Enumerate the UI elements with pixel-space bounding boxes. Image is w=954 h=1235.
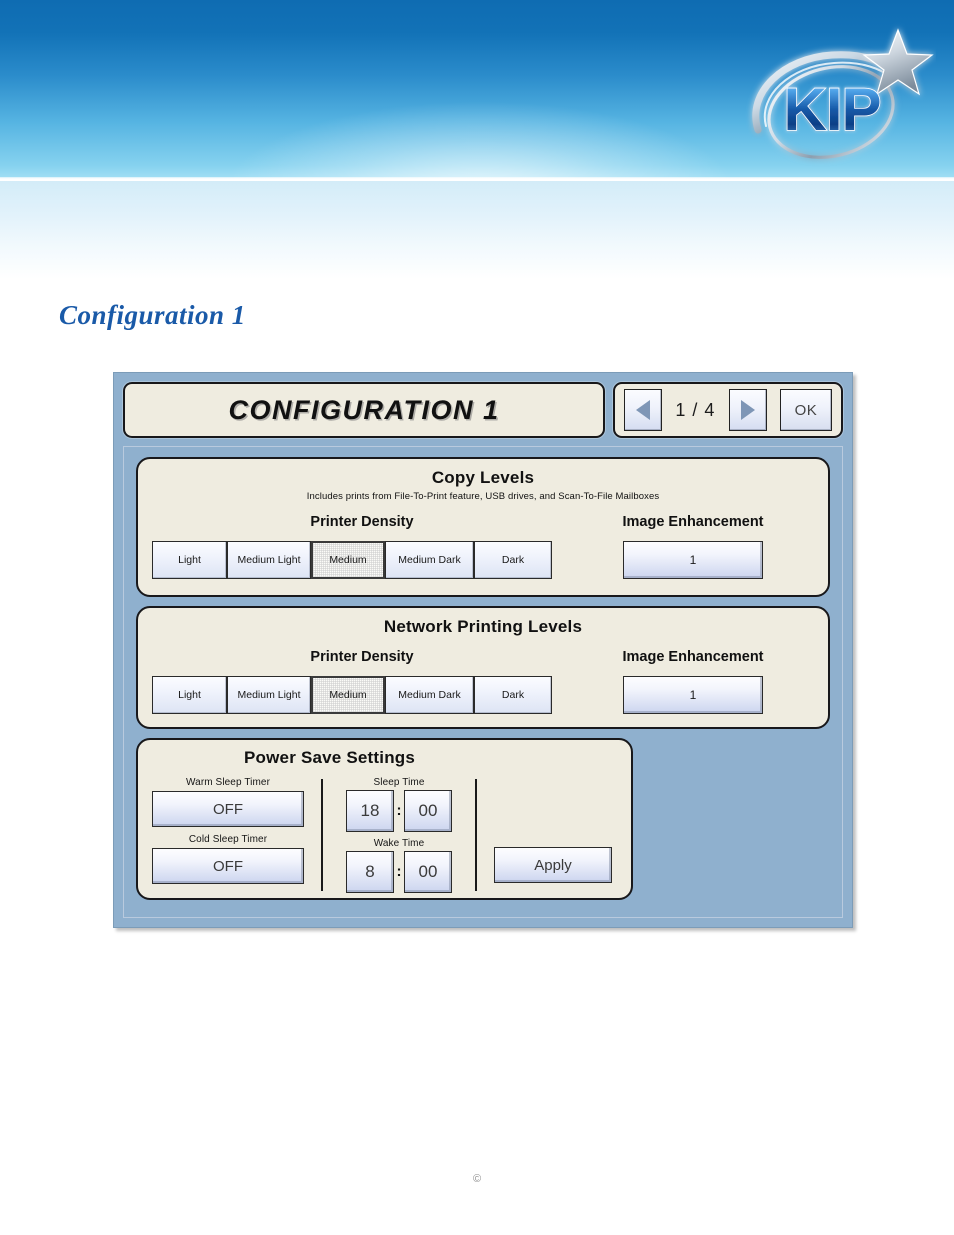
network-printer-density-label: Printer Density — [310, 649, 414, 665]
wake-minute-field[interactable]: 00 — [404, 851, 452, 893]
copy-density-medium-dark[interactable]: Medium Dark — [385, 541, 474, 579]
copy-density-dark[interactable]: Dark — [474, 541, 552, 579]
network-printing-levels-group: Network Printing Levels Printer Density … — [136, 606, 830, 729]
sleep-time-label: Sleep Time — [373, 777, 425, 788]
triangle-right-icon — [740, 400, 755, 420]
logo-wordmark: KIP — [783, 75, 883, 144]
configuration-screen-panel: CONFIGURATION 1 1 / 4 OK Copy Levels Inc… — [113, 372, 853, 928]
previous-page-button[interactable] — [624, 389, 662, 431]
copy-density-medium[interactable]: Medium — [311, 541, 385, 579]
apply-button[interactable]: Apply — [494, 847, 612, 883]
warm-sleep-timer-label: Warm Sleep Timer — [185, 777, 271, 788]
logo-text: KIP — [783, 76, 880, 143]
screen-title-plate: CONFIGURATION 1 — [123, 382, 605, 438]
copy-printer-density-label: Printer Density — [310, 514, 414, 530]
network-density-medium-light[interactable]: Medium Light — [227, 676, 311, 714]
cold-sleep-timer-value[interactable]: OFF — [152, 848, 304, 884]
sleep-minute-field[interactable]: 00 — [404, 790, 452, 832]
kip-logo: KIP — [736, 22, 936, 172]
ok-button[interactable]: OK — [779, 389, 832, 431]
power-save-divider-2 — [475, 779, 477, 891]
next-page-button[interactable] — [728, 389, 767, 431]
screen-title-row: CONFIGURATION 1 1 / 4 OK — [123, 382, 843, 438]
footer-copyright: © — [472, 1173, 482, 1185]
copy-levels-title: Copy Levels — [431, 468, 535, 487]
screen-body-area: Copy Levels Includes prints from File-To… — [123, 446, 843, 918]
navigation-plate: 1 / 4 OK — [613, 382, 843, 438]
network-image-enhancement-label: Image Enhancement — [622, 649, 764, 665]
screen-title-text: CONFIGURATION 1 — [228, 394, 500, 425]
power-save-settings-group: Power Save Settings Warm Sleep Timer OFF… — [136, 738, 633, 900]
power-save-divider-1 — [321, 779, 323, 891]
wake-time-label: Wake Time — [373, 838, 425, 849]
triangle-left-icon — [636, 400, 650, 420]
page-indicator: 1 / 4 — [675, 399, 716, 420]
page-title: Configuration 1 — [59, 300, 246, 330]
network-density-dark[interactable]: Dark — [474, 676, 552, 714]
copy-levels-subtitle: Includes prints from File-To-Print featu… — [306, 491, 660, 502]
wake-time-separator: : — [396, 863, 402, 880]
banner-fade-band — [0, 181, 954, 460]
sleep-hour-field[interactable]: 18 — [346, 790, 394, 832]
wake-hour-field[interactable]: 8 — [346, 851, 394, 893]
copy-density-light[interactable]: Light — [152, 541, 227, 579]
network-image-enhancement-value[interactable]: 1 — [623, 676, 763, 714]
network-density-medium-dark[interactable]: Medium Dark — [385, 676, 474, 714]
network-levels-title: Network Printing Levels — [383, 617, 583, 636]
copy-image-enhancement-label: Image Enhancement — [622, 514, 764, 530]
network-density-light[interactable]: Light — [152, 676, 227, 714]
copy-density-medium-light[interactable]: Medium Light — [227, 541, 311, 579]
warm-sleep-timer-value[interactable]: OFF — [152, 791, 304, 827]
network-density-medium[interactable]: Medium — [311, 676, 385, 714]
copy-levels-group: Copy Levels Includes prints from File-To… — [136, 457, 830, 597]
power-save-title: Power Save Settings — [244, 748, 416, 767]
sleep-time-separator: : — [396, 802, 402, 819]
copy-image-enhancement-value[interactable]: 1 — [623, 541, 763, 579]
cold-sleep-timer-label: Cold Sleep Timer — [188, 834, 268, 845]
